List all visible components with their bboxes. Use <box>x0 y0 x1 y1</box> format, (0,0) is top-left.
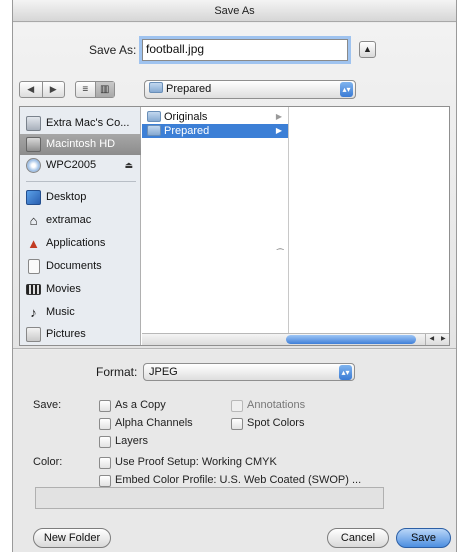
list-item-prepared[interactable]: Prepared ▶ <box>142 124 288 138</box>
disclosure-arrow-icon: ▶ <box>275 126 282 135</box>
sidebar-item-label: Macintosh HD <box>46 138 116 150</box>
location-value: Prepared <box>166 83 212 95</box>
alpha-channels-checkbox[interactable]: Alpha Channels <box>99 417 193 430</box>
folder-icon <box>149 82 163 93</box>
sidebar-item-label: Applications <box>46 237 106 249</box>
sidebar-item-music[interactable]: ♪ Music <box>20 302 141 323</box>
list-view-icon[interactable]: ≡ <box>76 82 96 97</box>
sidebar-item-label: WPC2005 <box>46 159 97 171</box>
view-mode-buttons: ≡ ▥ <box>75 81 115 98</box>
sidebar-item-label: Extra Mac's Co... <box>46 117 130 129</box>
sidebar: Extra Mac's Co... Macintosh HD WPC2005 ⏏… <box>20 107 141 345</box>
hard-disk-icon <box>26 137 41 152</box>
file-browser-pane: Save As: football.jpg ▲ ◀ ▶ ≡ ▥ Prepared… <box>13 23 456 349</box>
sidebar-item-label: Pictures <box>46 328 86 340</box>
triangle-up-icon: ▲ <box>363 44 372 54</box>
sidebar-item-label: Music <box>46 306 75 318</box>
save-options-label: Save: <box>33 399 62 411</box>
sidebar-item-wpc2005[interactable]: WPC2005 ⏏ <box>20 155 141 176</box>
collapse-dialog-button[interactable]: ▲ <box>359 41 376 58</box>
save-options-pane: Format: JPEG ▴▾ Save: As a Copy Alpha Ch… <box>13 350 456 552</box>
sidebar-item-label: Movies <box>46 283 81 295</box>
sidebar-divider <box>26 181 136 182</box>
format-popup[interactable]: JPEG ▴▾ <box>143 363 355 381</box>
sidebar-item-extramac[interactable]: ⌂ extramac <box>20 210 141 231</box>
column-view-icon[interactable]: ▥ <box>95 82 114 97</box>
window-title: Save As <box>13 0 456 22</box>
disc-icon <box>26 158 41 173</box>
sidebar-item-documents[interactable]: Documents <box>20 256 141 277</box>
color-options-label: Color: <box>33 456 63 468</box>
documents-icon <box>28 259 40 274</box>
folder-icon <box>147 125 161 136</box>
sidebar-item-pictures[interactable]: Pictures <box>20 324 141 345</box>
sidebar-item-applications[interactable]: ▲ Applications <box>20 233 141 254</box>
use-proof-setup-checkbox[interactable]: Use Proof Setup: Working CMYK <box>99 456 277 469</box>
computer-icon <box>26 116 41 131</box>
list-item-originals[interactable]: Originals ▶ <box>142 110 288 124</box>
warning-message-box <box>35 487 384 509</box>
back-arrow-icon[interactable]: ◀ <box>20 82 43 97</box>
format-value: JPEG <box>149 366 178 378</box>
sidebar-item-desktop[interactable]: Desktop <box>20 187 141 208</box>
scroll-arrows: ◀ ▶ <box>425 334 449 345</box>
spot-colors-checkbox[interactable]: Spot Colors <box>231 417 304 430</box>
popup-arrows-icon: ▴▾ <box>339 365 352 380</box>
format-label: Format: <box>96 365 138 379</box>
sidebar-item-label: Desktop <box>46 191 87 203</box>
save-as-label: Save As: <box>89 43 137 57</box>
home-icon: ⌂ <box>29 213 38 228</box>
new-folder-button[interactable]: New Folder <box>33 528 111 548</box>
list-item-label: Originals <box>164 111 208 123</box>
navigation-buttons: ◀ ▶ <box>19 81 65 98</box>
column-browser: Extra Mac's Co... Macintosh HD WPC2005 ⏏… <box>19 106 450 346</box>
sidebar-item-movies[interactable]: Movies <box>20 279 141 300</box>
desktop-icon <box>26 190 41 205</box>
scroll-right-icon[interactable]: ▶ <box>438 334 450 345</box>
disclosure-arrow-icon: ▶ <box>275 112 282 121</box>
column-resize-handle-icon[interactable]: ⁀ <box>277 249 283 258</box>
location-popup[interactable]: Prepared ▴▾ <box>144 80 356 99</box>
sidebar-item-extra-macs-computer[interactable]: Extra Mac's Co... <box>20 113 141 134</box>
annotations-checkbox[interactable]: Annotations <box>231 399 305 412</box>
as-a-copy-checkbox[interactable]: As a Copy <box>99 399 166 412</box>
filename-input[interactable]: football.jpg <box>142 39 348 61</box>
eject-icon[interactable]: ⏏ <box>124 155 133 176</box>
popup-arrows-icon: ▴▾ <box>340 82 353 97</box>
movies-icon <box>26 284 41 295</box>
horizontal-scrollbar[interactable]: ◀ ▶ <box>142 333 449 345</box>
browser-column-2 <box>290 107 449 333</box>
cancel-button[interactable]: Cancel <box>327 528 389 548</box>
list-item-label: Prepared <box>164 125 210 137</box>
sidebar-item-label: Documents <box>46 260 102 272</box>
music-icon: ♪ <box>30 305 37 320</box>
embed-color-profile-checkbox[interactable]: Embed Color Profile: U.S. Web Coated (SW… <box>99 474 361 487</box>
applications-icon: ▲ <box>27 236 40 251</box>
folder-icon <box>147 111 161 122</box>
pictures-icon <box>26 327 41 342</box>
layers-checkbox[interactable]: Layers <box>99 435 148 448</box>
scroll-left-icon[interactable]: ◀ <box>426 334 438 345</box>
sidebar-item-macintosh-hd[interactable]: Macintosh HD <box>20 134 141 155</box>
scrollbar-thumb[interactable] <box>286 335 416 344</box>
save-as-dialog: Save As Save As: football.jpg ▲ ◀ ▶ ≡ ▥ … <box>12 0 457 552</box>
browser-column-1: Originals ▶ Prepared ▶ ⁀ <box>142 107 289 333</box>
sidebar-item-label: extramac <box>46 214 92 226</box>
save-button[interactable]: Save <box>396 528 451 548</box>
forward-arrow-icon[interactable]: ▶ <box>43 82 65 97</box>
